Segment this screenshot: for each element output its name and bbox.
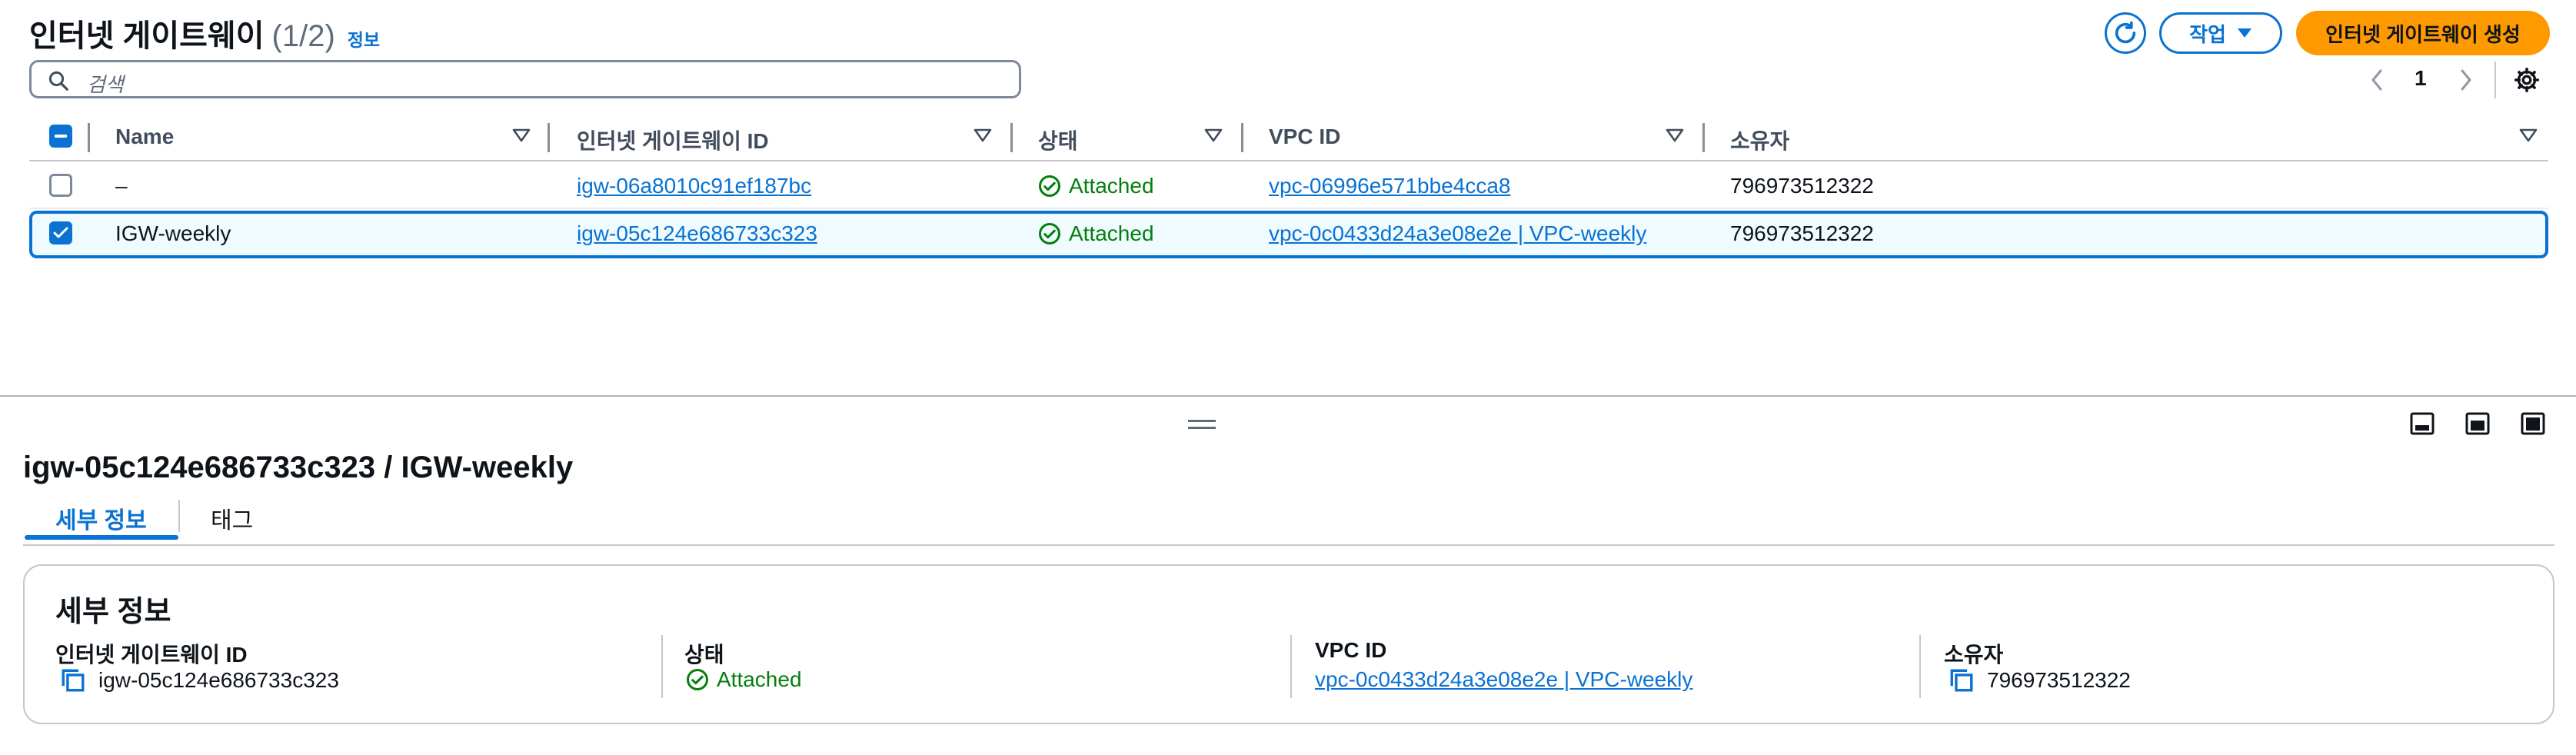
- create-internet-gateway-button[interactable]: 인터넷 게이트웨이 생성: [2296, 11, 2550, 55]
- search-input[interactable]: 검색: [29, 60, 1021, 98]
- field-value-vpc-link[interactable]: vpc-0c0433d24a3e08e2e | VPC-weekly: [1315, 667, 1692, 692]
- field-value-igw-id: igw-05c124e686733c323: [60, 667, 339, 693]
- copy-icon[interactable]: [1949, 667, 1975, 693]
- cell-vpc-link[interactable]: vpc-06996e571bbe4cca8: [1269, 174, 1510, 198]
- status-text: Attached: [1069, 221, 1154, 245]
- details-container: [23, 564, 2554, 724]
- check-circle-icon: [1038, 222, 1061, 245]
- status-text: Attached: [717, 667, 802, 691]
- field-label-igw-id: 인터넷 게이트웨이 ID: [55, 643, 248, 667]
- cell-name: IGW-weekly: [115, 221, 231, 245]
- cell-owner: 796973512322: [1730, 174, 1874, 198]
- info-link[interactable]: 정보: [348, 30, 380, 50]
- gear-icon[interactable]: [2513, 66, 2541, 94]
- previous-page-icon[interactable]: [2368, 68, 2387, 92]
- field-label-vpc: VPC ID: [1315, 638, 1387, 662]
- cell-igw-id-link[interactable]: igw-05c124e686733c323: [577, 221, 817, 246]
- panel-middle-icon[interactable]: [2465, 412, 2490, 435]
- owner-text: 796973512322: [1987, 668, 2131, 692]
- field-divider: [661, 635, 663, 698]
- caret-down-icon: [2237, 28, 2252, 38]
- column-resizer[interactable]: [1702, 123, 1705, 152]
- split-panel-divider: [0, 395, 2576, 397]
- column-header-id[interactable]: 인터넷 게이트웨이 ID: [577, 125, 769, 155]
- tab-tags[interactable]: 태그: [211, 501, 253, 535]
- sort-icon[interactable]: [2519, 128, 2538, 143]
- row-checkbox[interactable]: [49, 174, 72, 197]
- cell-status: Attached: [1038, 221, 1154, 246]
- cell-status: Attached: [1038, 174, 1154, 198]
- select-all-checkbox[interactable]: [49, 125, 72, 148]
- panel-full-icon[interactable]: [2521, 412, 2545, 435]
- check-circle-icon: [1038, 175, 1061, 198]
- cell-owner: 796973512322: [1730, 221, 1874, 245]
- column-header-vpc[interactable]: VPC ID: [1269, 125, 1340, 149]
- search-icon: [47, 69, 70, 92]
- resize-handle-icon[interactable]: [1188, 420, 1216, 434]
- column-resizer[interactable]: [547, 123, 550, 152]
- active-tab-indicator: [25, 535, 178, 540]
- field-value-status: Attached: [686, 667, 802, 692]
- field-divider: [1290, 635, 1292, 698]
- page-number[interactable]: 1: [2415, 66, 2427, 91]
- selection-count: (1/2): [271, 19, 335, 53]
- check-circle-icon: [686, 668, 709, 691]
- tab-divider: [178, 500, 180, 532]
- panel-bottom-icon[interactable]: [2410, 412, 2435, 435]
- sort-icon[interactable]: [1204, 128, 1223, 143]
- actions-dropdown[interactable]: 작업: [2159, 12, 2282, 54]
- check-icon: [53, 227, 68, 239]
- cell-vpc-link[interactable]: vpc-0c0433d24a3e08e2e | VPC-weekly: [1269, 221, 1646, 246]
- minus-icon: [55, 134, 67, 138]
- cell-igw-id-link[interactable]: igw-06a8010c91ef187bc: [577, 174, 811, 198]
- refresh-icon: [2112, 20, 2138, 46]
- detail-title: igw-05c124e686733c323 / IGW-weekly: [23, 451, 574, 484]
- column-header-status[interactable]: 상태: [1038, 125, 1078, 155]
- row-divider: [29, 208, 2548, 209]
- column-resizer[interactable]: [88, 123, 90, 152]
- search-placeholder: 검색: [87, 73, 124, 96]
- tabs-baseline: [23, 544, 2554, 546]
- igw-id-text: igw-05c124e686733c323: [98, 668, 339, 692]
- refresh-button[interactable]: [2105, 12, 2146, 54]
- sort-icon[interactable]: [512, 128, 531, 143]
- column-resizer[interactable]: [1010, 123, 1013, 152]
- page-title-text: 인터넷 게이트웨이: [29, 19, 265, 53]
- field-label-status: 상태: [684, 643, 724, 667]
- tab-details[interactable]: 세부 정보: [55, 501, 147, 535]
- copy-icon[interactable]: [60, 667, 86, 693]
- column-resizer[interactable]: [1241, 123, 1243, 152]
- table-header-divider: [29, 160, 2548, 161]
- row-checkbox[interactable]: [49, 221, 72, 244]
- column-header-owner[interactable]: 소유자: [1730, 125, 1789, 155]
- field-value-owner: 796973512322: [1949, 667, 2131, 693]
- actions-label: 작업: [2189, 22, 2226, 46]
- field-divider: [1919, 635, 1921, 698]
- status-text: Attached: [1069, 174, 1154, 198]
- sort-icon[interactable]: [973, 128, 992, 143]
- pagination-divider: [2494, 62, 2496, 98]
- field-label-owner: 소유자: [1944, 643, 2004, 667]
- page-title: 인터넷 게이트웨이 (1/2) 정보: [29, 11, 380, 55]
- next-page-icon[interactable]: [2456, 68, 2474, 92]
- sort-icon[interactable]: [1666, 128, 1684, 143]
- details-section-title: 세부 정보: [55, 596, 171, 628]
- column-header-name[interactable]: Name: [115, 125, 174, 149]
- cell-name: –: [115, 174, 128, 198]
